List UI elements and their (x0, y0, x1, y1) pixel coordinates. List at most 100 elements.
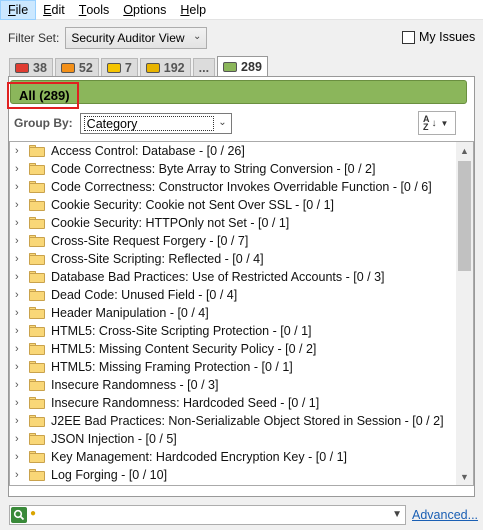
tree-row[interactable]: › Dead Code: Unused Field - [0 / 4] (10, 286, 458, 304)
lightbulb-icon: ● (30, 508, 37, 519)
search-icon[interactable] (11, 507, 27, 523)
tree-row[interactable]: › Database Bad Practices: Use of Restrict… (10, 268, 458, 286)
expand-chevron-icon[interactable]: › (15, 163, 25, 175)
priority-tab-2[interactable]: 7 (100, 58, 138, 76)
advanced-search-link[interactable]: Advanced... (412, 508, 478, 522)
scroll-up-icon[interactable]: ▲ (456, 142, 473, 159)
priority-tab-count: 289 (241, 59, 262, 74)
my-issues-label: My Issues (419, 30, 476, 44)
tree-row-label: Access Control: Database - [0 / 26] (51, 144, 245, 158)
tree-row[interactable]: › Cross-Site Scripting: Reflected - [0 / … (10, 250, 458, 268)
category-tree[interactable]: › Access Control: Database - [0 / 26] › Cod… (9, 141, 474, 486)
tree-row[interactable]: › Key Management: Hardcoded Encryption Ke… (10, 448, 458, 466)
folder-icon (29, 415, 45, 427)
tree-row[interactable]: › HTML5: Cross-Site Scripting Protection … (10, 322, 458, 340)
menu-accelerator: O (123, 2, 134, 17)
priority-tab-3[interactable]: 192 (139, 58, 191, 76)
tree-row[interactable]: › Header Manipulation - [0 / 4] (10, 304, 458, 322)
search-history-dropdown-icon[interactable]: ▼ (392, 509, 402, 520)
expand-chevron-icon[interactable]: › (15, 415, 25, 427)
priority-swatch-icon (60, 62, 75, 73)
menu-file[interactable]: File (0, 0, 37, 20)
expand-chevron-icon[interactable]: › (15, 325, 25, 337)
menu-accelerator: T (78, 2, 87, 17)
priority-tab-4[interactable]: ... (192, 58, 216, 76)
tree-row[interactable]: › JSON Injection - [0 / 5] (10, 430, 458, 448)
expand-chevron-icon[interactable]: › (15, 145, 25, 157)
tree-row[interactable]: › Cookie Security: HTTPOnly not Set - [0 … (10, 214, 458, 232)
expand-chevron-icon[interactable]: › (15, 253, 25, 265)
expand-chevron-icon[interactable]: › (15, 469, 25, 481)
priority-swatch-icon (15, 62, 29, 73)
tree-row[interactable]: › HTML5: Missing Framing Protection - [0 … (10, 358, 458, 376)
expand-chevron-icon[interactable]: › (15, 433, 25, 445)
menu-edit[interactable]: Edit (36, 0, 72, 20)
expand-chevron-icon[interactable]: › (15, 307, 25, 319)
my-issues-checkbox[interactable] (402, 30, 415, 44)
tree-row-label: JSON Injection - [0 / 5] (51, 432, 177, 446)
tree-row-label: Log Forging - [0 / 10] (51, 468, 168, 482)
search-input[interactable]: ● ▼ (9, 505, 406, 525)
folder-icon (29, 235, 45, 247)
group-by-dropdown[interactable]: Category ⌄ (79, 112, 232, 134)
tree-row-label: Cross-Site Scripting: Reflected - [0 / 4… (51, 252, 264, 266)
menu-help[interactable]: Help (173, 0, 213, 20)
expand-chevron-icon[interactable]: › (15, 397, 25, 409)
tree-row[interactable]: › Insecure Randomness: Hardcoded Seed - [… (10, 394, 458, 412)
expand-chevron-icon[interactable]: › (15, 343, 25, 355)
tree-row-label: Insecure Randomness: Hardcoded Seed - [0… (51, 396, 320, 410)
priority-tab-5[interactable]: 289 (217, 56, 268, 76)
group-by-label: Group By: (14, 116, 73, 130)
all-issues-label[interactable]: All (289) (7, 82, 79, 109)
menu-bar: File Edit Tools Options Help (0, 0, 483, 20)
tree-row-label: Key Management: Hardcoded Encryption Key… (51, 450, 347, 464)
expand-chevron-icon[interactable]: › (15, 235, 25, 247)
my-issues-toggle[interactable]: My Issues (402, 30, 475, 44)
menu-label-rest: ptions (133, 2, 167, 17)
tree-row-label: HTML5: Missing Framing Protection - [0 /… (51, 360, 293, 374)
tree-row[interactable]: › Cross-Site Request Forgery - [0 / 7] (10, 232, 458, 250)
vertical-scrollbar[interactable]: ▲ ▼ (456, 142, 473, 485)
tree-row[interactable]: › Log Forging - [0 / 10] (10, 466, 458, 484)
priority-tab-1[interactable]: 52 (54, 58, 99, 76)
tree-row-label: Database Bad Practices: Use of Restricte… (51, 270, 385, 284)
menu-options[interactable]: Options (116, 0, 173, 20)
folder-icon (29, 361, 45, 373)
scroll-down-icon[interactable]: ▼ (456, 468, 473, 485)
expand-chevron-icon[interactable]: › (15, 451, 25, 463)
priority-tab-0[interactable]: 38 (9, 58, 53, 76)
menu-label-rest: dit (51, 2, 65, 17)
expand-chevron-icon[interactable]: › (15, 271, 25, 283)
expand-chevron-icon[interactable]: › (15, 217, 25, 229)
tree-row[interactable]: › Cookie Security: Cookie not Sent Over S… (10, 196, 458, 214)
menu-label-rest: elp (189, 2, 207, 17)
tree-row[interactable]: › Insecure Randomness - [0 / 3] (10, 376, 458, 394)
tree-row[interactable]: › Code Correctness: Constructor Invokes O… (10, 178, 458, 196)
priority-tab-count: 7 (124, 60, 132, 75)
folder-icon (29, 343, 45, 355)
expand-chevron-icon[interactable]: › (15, 361, 25, 373)
priority-swatch-icon (145, 62, 160, 73)
tree-row[interactable]: › J2EE Bad Practices: Non-Serializable Ob… (10, 412, 458, 430)
tree-row[interactable]: › Code Correctness: Byte Array to String … (10, 160, 458, 178)
tree-row[interactable]: › HTML5: Missing Content Security Policy … (10, 340, 458, 358)
priority-swatch-icon (223, 61, 238, 72)
menu-label-rest: ools (86, 2, 110, 17)
tree-row-label: Cookie Security: HTTPOnly not Set - [0 /… (51, 216, 290, 230)
tree-row-label: Cookie Security: Cookie not Sent Over SS… (51, 198, 335, 212)
chevron-down-icon: ⌄ (218, 116, 227, 128)
filter-set-value: Security Auditor View (71, 31, 185, 45)
expand-chevron-icon[interactable]: › (15, 379, 25, 391)
sort-button[interactable]: AZ ↓ ▼ (418, 111, 456, 135)
expand-chevron-icon[interactable]: › (15, 181, 25, 193)
tree-rows: › Access Control: Database - [0 / 26] › Cod… (10, 142, 458, 484)
tree-row[interactable]: › Access Control: Database - [0 / 26] (10, 142, 458, 160)
menu-tools[interactable]: Tools (72, 0, 117, 20)
expand-chevron-icon[interactable]: › (15, 199, 25, 211)
expand-chevron-icon[interactable]: › (15, 289, 25, 301)
priority-tab-count: 192 (163, 60, 185, 75)
filter-set-dropdown[interactable]: Security Auditor View ⌄ (65, 27, 208, 49)
scrollbar-thumb[interactable] (458, 161, 471, 271)
folder-icon (29, 217, 45, 229)
tree-row-label: Code Correctness: Byte Array to String C… (51, 162, 376, 176)
